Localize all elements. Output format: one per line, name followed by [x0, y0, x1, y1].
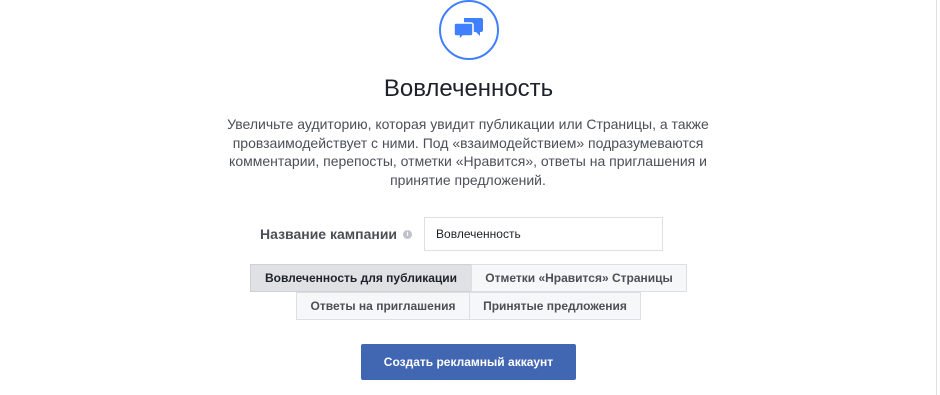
- campaign-name-row: Название кампании i: [260, 217, 664, 251]
- option-offer-claims[interactable]: Принятые предложения: [469, 292, 641, 320]
- option-label: Принятые предложения: [483, 299, 627, 313]
- engagement-objective-badge: [439, 0, 499, 60]
- chat-bubbles-icon: [454, 18, 483, 42]
- create-ad-account-label: Создать рекламный аккаунт: [383, 355, 554, 369]
- info-icon[interactable]: i: [403, 229, 413, 239]
- create-ad-account-button[interactable]: Создать рекламный аккаунт: [361, 344, 576, 380]
- option-label: Ответы на приглашения: [310, 299, 456, 313]
- objective-description: Увеличьте аудиторию, которая увидит публ…: [227, 116, 709, 188]
- option-event-responses[interactable]: Ответы на приглашения: [296, 292, 470, 320]
- objective-title: Вовлеченность: [383, 75, 554, 102]
- campaign-name-label: Название кампании: [260, 226, 398, 242]
- option-post-engagement[interactable]: Вовлеченность для публикации: [250, 264, 472, 292]
- campaign-name-input[interactable]: [424, 217, 664, 251]
- panel-right-border: [936, 0, 937, 395]
- option-label: Отметки «Нравится» Страницы: [485, 271, 673, 285]
- option-label: Вовлеченность для публикации: [264, 271, 458, 285]
- option-page-likes[interactable]: Отметки «Нравится» Страницы: [471, 264, 687, 292]
